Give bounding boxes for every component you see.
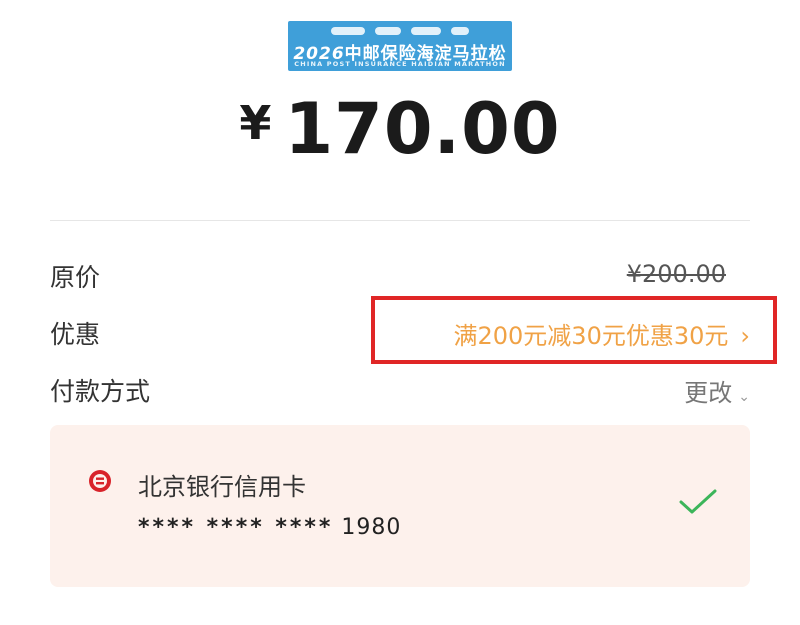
sponsor-logo (411, 27, 441, 35)
card-number: **** **** **** 1980 (138, 515, 401, 540)
change-label: 更改 (684, 379, 733, 407)
sponsor-logo (375, 27, 401, 35)
bank-name: 北京银行信用卡 (138, 473, 306, 501)
discount-label: 优惠 (50, 320, 101, 349)
discount-highlight-box (371, 296, 777, 364)
sponsor-logo (331, 27, 365, 35)
sponsor-logos (288, 26, 512, 36)
sponsor-logo (451, 27, 469, 35)
change-payment-method-button[interactable]: 更改 ⌄ (684, 373, 750, 408)
currency-symbol: ¥ (239, 96, 273, 150)
banner-subtitle: CHINA POST INSURANCE HAIDIAN MARATHON (294, 60, 506, 68)
divider (50, 220, 750, 221)
card-number-mask: **** **** **** (138, 515, 334, 540)
card-last4: 1980 (341, 515, 402, 540)
original-price-label: 原价 (50, 263, 101, 292)
check-icon (679, 489, 717, 514)
payment-card-option[interactable]: 北京银行信用卡 **** **** **** 1980 (50, 425, 750, 587)
payment-amount: ¥170.00 (0, 88, 800, 170)
chevron-down-icon: ⌄ (738, 389, 750, 405)
payment-method-label: 付款方式 (50, 377, 151, 406)
bank-of-beijing-icon (89, 470, 111, 492)
amount-value: 170.00 (284, 88, 561, 170)
event-banner: 2026中邮保险海淀马拉松 CHINA POST INSURANCE HAIDI… (288, 21, 512, 71)
original-price-value: ¥200.00 (626, 260, 726, 288)
